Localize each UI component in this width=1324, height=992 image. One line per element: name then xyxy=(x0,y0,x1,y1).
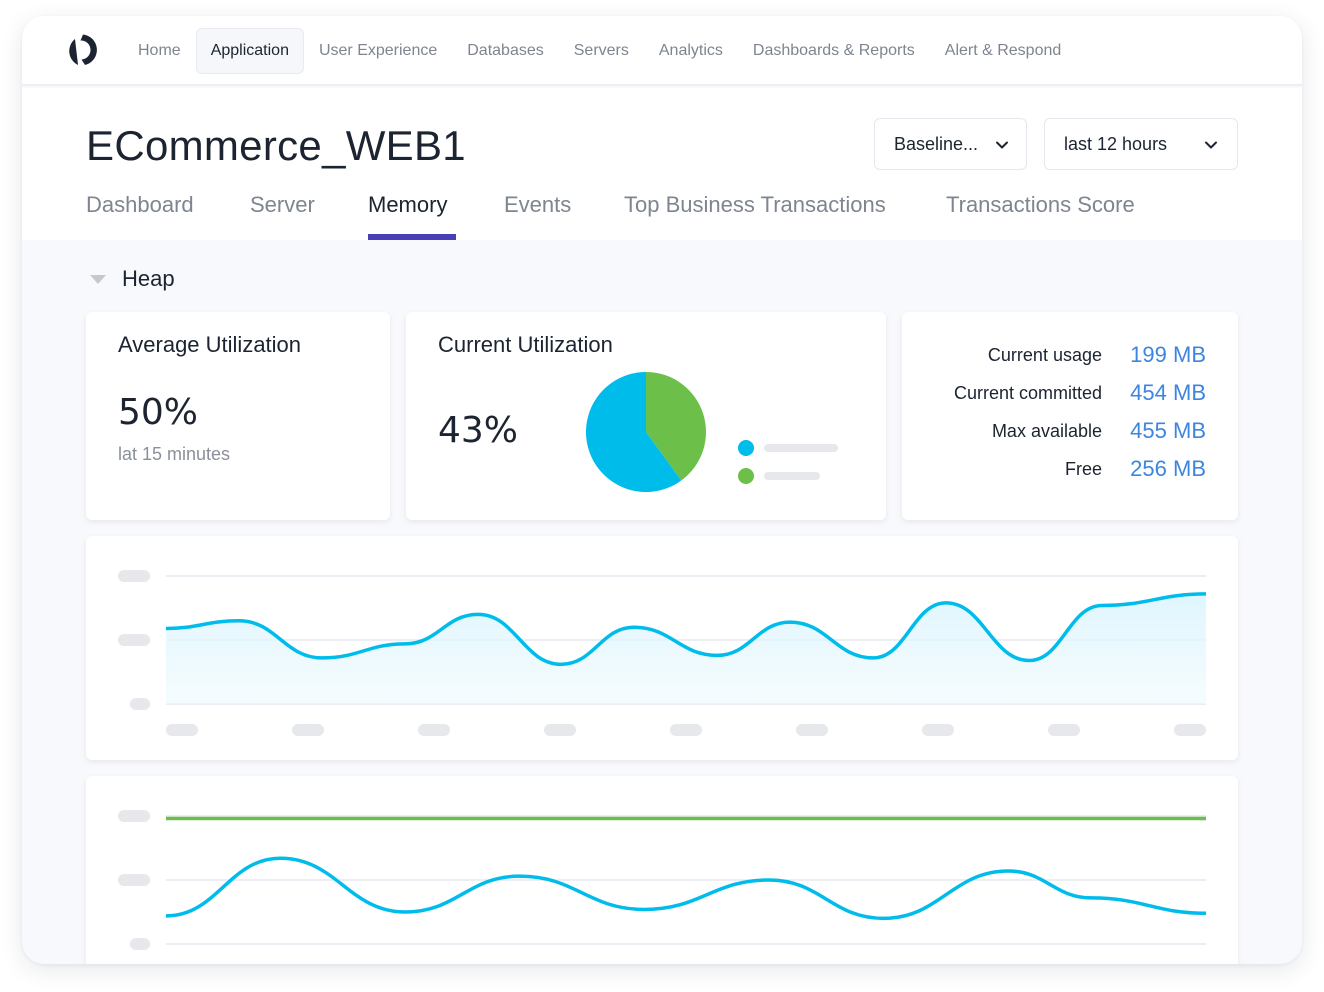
legend-swatch xyxy=(738,468,754,484)
tab-server[interactable]: Server xyxy=(250,192,315,218)
average-utilization-period: lat 15 minutes xyxy=(118,444,231,464)
heap-area-chart xyxy=(118,570,1207,736)
x-tick-label-placeholder xyxy=(292,724,324,736)
x-tick-label-placeholder xyxy=(544,724,576,736)
legend-label-placeholder xyxy=(764,444,838,452)
stat-label: Current usage xyxy=(987,344,1102,365)
baseline-dropdown[interactable]: Baseline... xyxy=(874,118,1027,170)
tab-memory[interactable]: Memory xyxy=(368,192,447,218)
nav-item-user-experience[interactable]: User Experience xyxy=(304,28,452,74)
memory-stats-card: Current usage 199 MB Current committed 4… xyxy=(902,312,1238,520)
y-tick-label-placeholder xyxy=(130,698,150,710)
time-range-dropdown[interactable]: last 12 hours xyxy=(1044,118,1238,170)
y-tick-label-placeholder xyxy=(118,570,150,582)
stat-value: 455 MB xyxy=(1130,418,1206,443)
chevron-down-icon xyxy=(1205,141,1217,149)
stat-max-available: Max available 455 MB xyxy=(902,418,1206,444)
average-utilization-value: 50% xyxy=(118,392,199,433)
page-title: ECommerce_WEB1 xyxy=(86,122,466,169)
stat-value: 454 MB xyxy=(1130,380,1206,405)
stat-label: Current committed xyxy=(953,382,1102,403)
tab-transactions-score[interactable]: Transactions Score xyxy=(946,192,1135,218)
card-title: Current Utilization xyxy=(438,332,613,357)
legend-swatch xyxy=(738,440,754,456)
top-navigation: Home Application User Experience Databases S… xyxy=(22,16,1302,86)
nav-item-application[interactable]: Application xyxy=(195,28,304,74)
stat-label: Free xyxy=(1064,458,1102,479)
x-tick-label-placeholder xyxy=(796,724,828,736)
page-header: ECommerce_WEB1 Baseline... last 12 hours… xyxy=(22,88,1302,240)
nav-item-alert-respond[interactable]: Alert & Respond xyxy=(930,28,1077,74)
y-tick-label-placeholder xyxy=(118,634,150,646)
tab-top-business-transactions[interactable]: Top Business Transactions xyxy=(624,192,886,218)
heap-line-chart xyxy=(118,810,1207,950)
x-tick-label-placeholder xyxy=(922,724,954,736)
heap-area-chart-card xyxy=(86,536,1238,760)
active-tab-indicator xyxy=(368,234,456,240)
stat-value: 199 MB xyxy=(1130,342,1206,367)
time-range-value: last 12 hours xyxy=(1064,133,1168,154)
legend-label-placeholder xyxy=(764,472,820,480)
section-title: Heap xyxy=(122,266,175,291)
x-tick-label-placeholder xyxy=(418,724,450,736)
current-utilization-value: 43% xyxy=(438,410,519,451)
brand-logo-icon[interactable] xyxy=(64,33,98,67)
heap-section-toggle[interactable]: Heap xyxy=(90,266,175,292)
average-utilization-card: Average Utilization 50% lat 15 minutes xyxy=(86,312,390,520)
utilization-pie-chart xyxy=(586,372,706,492)
series-line-usage xyxy=(165,856,1207,921)
chevron-down-icon xyxy=(996,141,1008,149)
legend-item-used xyxy=(738,440,838,456)
caret-down-icon xyxy=(90,274,106,284)
x-tick-label-placeholder xyxy=(1174,724,1206,736)
x-tick-label-placeholder xyxy=(1048,724,1080,736)
stat-current-committed: Current committed 454 MB xyxy=(902,380,1206,406)
app-window: Home Application User Experience Databases S… xyxy=(22,16,1302,964)
sub-tabs: Dashboard Server Memory Events Top Busin… xyxy=(22,188,1302,240)
stat-value: 256 MB xyxy=(1130,456,1206,481)
nav-item-servers[interactable]: Servers xyxy=(559,28,644,74)
nav-item-databases[interactable]: Databases xyxy=(452,28,559,74)
card-title: Average Utilization xyxy=(118,332,302,357)
y-tick-label-placeholder xyxy=(118,810,150,822)
x-tick-label-placeholder xyxy=(670,724,702,736)
nav-item-analytics[interactable]: Analytics xyxy=(644,28,738,74)
baseline-dropdown-value: Baseline... xyxy=(894,133,979,154)
nav-item-dashboards-reports[interactable]: Dashboards & Reports xyxy=(738,28,930,74)
y-tick-label-placeholder xyxy=(130,938,150,950)
heap-line-chart-card xyxy=(86,776,1238,964)
tab-dashboard[interactable]: Dashboard xyxy=(86,192,194,218)
stat-current-usage: Current usage 199 MB xyxy=(902,342,1206,368)
x-tick-label-placeholder xyxy=(166,724,198,736)
tab-events[interactable]: Events xyxy=(504,192,571,218)
stat-label: Max available xyxy=(991,420,1102,441)
nav-menu: Home Application User Experience Databases S… xyxy=(123,28,1076,74)
stat-free: Free 256 MB xyxy=(902,456,1206,482)
y-tick-label-placeholder xyxy=(118,874,150,886)
legend-item-free xyxy=(738,468,820,484)
current-utilization-card: Current Utilization 43% xyxy=(406,312,886,520)
nav-item-home[interactable]: Home xyxy=(123,28,196,74)
